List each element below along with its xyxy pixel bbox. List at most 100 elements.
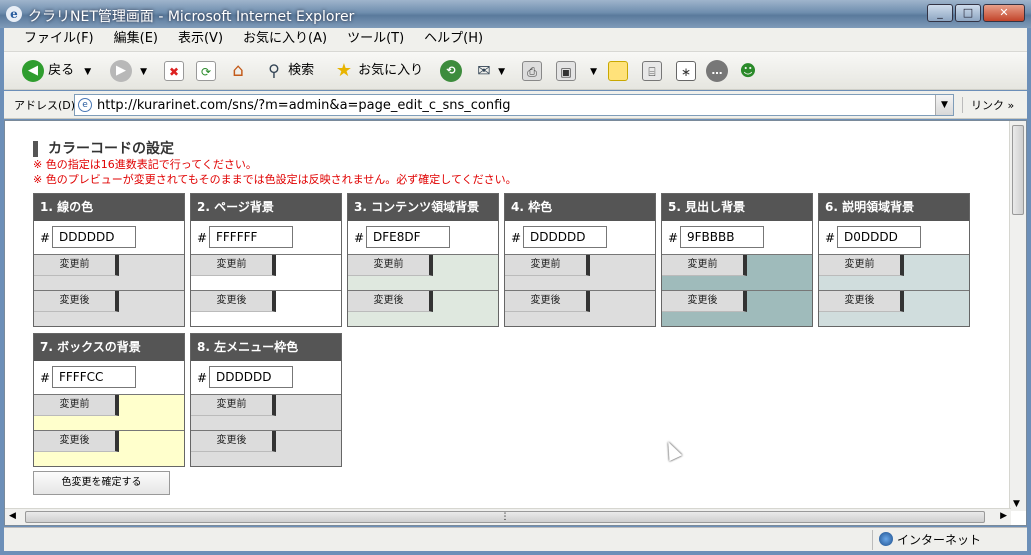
mail-button[interactable]: ✉ ▼ (474, 59, 505, 83)
forward-icon: ▶ (110, 59, 132, 82)
close-icon[interactable]: ✕ (983, 4, 1025, 22)
minimize-icon[interactable]: _ (927, 4, 953, 22)
after-label: 変更後 (662, 291, 747, 312)
color-card: 6. 説明領域背景 # D0DDDD 変更前 変更後 (818, 193, 970, 327)
color-code-input[interactable]: D0DDDD (837, 226, 921, 248)
card-title: 7. ボックスの背景 (34, 334, 184, 361)
note-confirm: ※ 色のプレビューが変更されてもそのままでは色設定は反映されません。必ず確定して… (33, 173, 517, 186)
refresh-button[interactable]: ⟳ (196, 59, 216, 83)
horizontal-scrollbar[interactable]: ◀ ⋮ ▶ (5, 508, 1011, 525)
menu-view[interactable]: 表示(V) (178, 28, 223, 50)
messenger-button[interactable]: … (706, 59, 728, 83)
preview-before: 変更前 (191, 395, 341, 431)
search-icon: ⚲ (268, 60, 280, 80)
back-dropdown-icon[interactable]: ▼ (84, 67, 91, 77)
favorites-button[interactable]: ★ お気に入り (334, 59, 423, 83)
edit-icon: ▣ (556, 60, 576, 81)
card-input-row: # FFFFCC (34, 361, 184, 395)
card-input-row: # DDDDDD (34, 221, 184, 255)
back-button[interactable]: ◀ 戻る ▼ (22, 59, 91, 83)
mail-dropdown-icon[interactable]: ▼ (498, 67, 505, 77)
preview-after: 変更後 (191, 291, 341, 326)
color-code-input[interactable]: DDDDDD (52, 226, 136, 248)
discuss-button[interactable] (608, 59, 628, 83)
color-card: 8. 左メニュー枠色 # DDDDDD 変更前 変更後 (190, 333, 342, 467)
hash-label: # (197, 231, 208, 245)
hash-label: # (511, 231, 522, 245)
forward-button[interactable]: ▶ ▼ (110, 59, 147, 83)
scroll-right-icon[interactable]: ▶ (1000, 511, 1007, 521)
history-icon: ⟲ (440, 59, 462, 82)
edit-button[interactable]: ▣ ▼ (556, 59, 597, 83)
preview-after: 変更後 (662, 291, 812, 326)
vertical-scrollbar[interactable]: ▼ (1009, 121, 1026, 511)
color-card: 1. 線の色 # DDDDDD 変更前 変更後 (33, 193, 185, 327)
hash-label: # (668, 231, 679, 245)
favorites-icon: ★ (335, 59, 353, 81)
window-title: クラリNET管理画面 - Microsoft Internet Explorer (28, 9, 355, 25)
vertical-scroll-thumb[interactable] (1012, 125, 1024, 215)
msn-button[interactable]: ☻ (738, 59, 758, 83)
address-input[interactable]: e http://kurarinet.com/sns/?m=admin&a=pa… (74, 94, 954, 116)
links-button[interactable]: リンク » (962, 97, 1014, 113)
color-card-grid: 1. 線の色 # DDDDDD 変更前 変更後 2. ページ背景 # FFFFFF … (33, 193, 983, 495)
after-label: 変更後 (34, 291, 119, 312)
page-content: カラーコードの設定 ※ 色の指定は16進数表記で行ってください。 ※ 色のプレビ… (33, 141, 993, 495)
hash-label: # (40, 371, 51, 385)
back-icon: ◀ (22, 59, 44, 82)
scroll-left-icon[interactable]: ◀ (9, 511, 16, 521)
stop-button[interactable]: ✖ (164, 59, 184, 83)
horizontal-scroll-thumb[interactable]: ⋮ (25, 511, 985, 523)
card-input-row: # DDDDDD (505, 221, 655, 255)
card-input-row: # DDDDDD (191, 361, 341, 395)
scanner-button[interactable]: ⌸ (642, 59, 662, 83)
search-button[interactable]: ⚲ 検索 (264, 59, 314, 83)
research-button[interactable]: ∗ (676, 59, 696, 83)
home-button[interactable]: ⌂ (228, 59, 248, 83)
preview-after: 変更後 (34, 291, 184, 326)
color-card: 4. 枠色 # DDDDDD 変更前 変更後 (504, 193, 656, 327)
menu-tools[interactable]: ツール(T) (347, 28, 404, 50)
color-card: 5. 見出し背景 #9FBBBB 変更前 変更後 (661, 193, 813, 327)
edit-dropdown-icon[interactable]: ▼ (590, 67, 597, 77)
preview-after: 変更後 (819, 291, 969, 326)
refresh-icon: ⟳ (196, 60, 216, 81)
menu-edit[interactable]: 編集(E) (114, 28, 158, 50)
scanner-icon: ⌸ (642, 60, 662, 81)
preview-before: 変更前 (191, 255, 341, 291)
card-title: 6. 説明領域背景 (819, 194, 969, 221)
before-label: 変更前 (662, 255, 747, 276)
color-code-input[interactable]: FFFFCC (52, 366, 136, 388)
color-code-input[interactable]: DFE8DF (366, 226, 450, 248)
preview-before: 変更前 (34, 395, 184, 431)
menu-favorites[interactable]: お気に入り(A) (243, 28, 327, 50)
color-code-input[interactable]: DDDDDD (209, 366, 293, 388)
confirm-color-button[interactable]: 色変更を確定する (33, 471, 170, 495)
color-card: 3. コンテンツ領域背景 # DFE8DF 変更前 変更後 (347, 193, 499, 327)
card-title: 4. 枠色 (505, 194, 655, 221)
forward-dropdown-icon[interactable]: ▼ (140, 67, 147, 77)
window-titlebar: e クラリNET管理画面 - Microsoft Internet Explor… (0, 0, 1031, 28)
preview-after: 変更後 (348, 291, 498, 326)
globe-icon (879, 532, 893, 546)
before-label: 変更前 (34, 395, 119, 416)
color-code-input[interactable]: FFFFFF (209, 226, 293, 248)
color-code-input[interactable]: 9FBBBB (680, 226, 764, 248)
color-code-input[interactable]: DDDDDD (523, 226, 607, 248)
address-bar: アドレス(D) e http://kurarinet.com/sns/?m=ad… (4, 91, 1027, 119)
card-title: 8. 左メニュー枠色 (191, 334, 341, 361)
menu-help[interactable]: ヘルプ(H) (424, 28, 483, 50)
menu-file[interactable]: ファイル(F) (24, 28, 94, 50)
scroll-down-icon[interactable]: ▼ (1013, 499, 1020, 509)
after-label: 変更後 (819, 291, 904, 312)
card-title: 3. コンテンツ領域背景 (348, 194, 498, 221)
address-dropdown-icon[interactable]: ▼ (935, 95, 953, 115)
maximize-icon[interactable]: □ (955, 4, 981, 22)
window-controls: _ □ ✕ (927, 4, 1025, 22)
address-url[interactable]: http://kurarinet.com/sns/?m=admin&a=page… (97, 98, 511, 113)
card-title: 2. ページ背景 (191, 194, 341, 221)
print-button[interactable]: ⎙ (522, 59, 542, 83)
favorites-label: お気に入り (358, 63, 424, 78)
home-icon: ⌂ (232, 59, 244, 81)
history-button[interactable]: ⟲ (440, 59, 462, 83)
